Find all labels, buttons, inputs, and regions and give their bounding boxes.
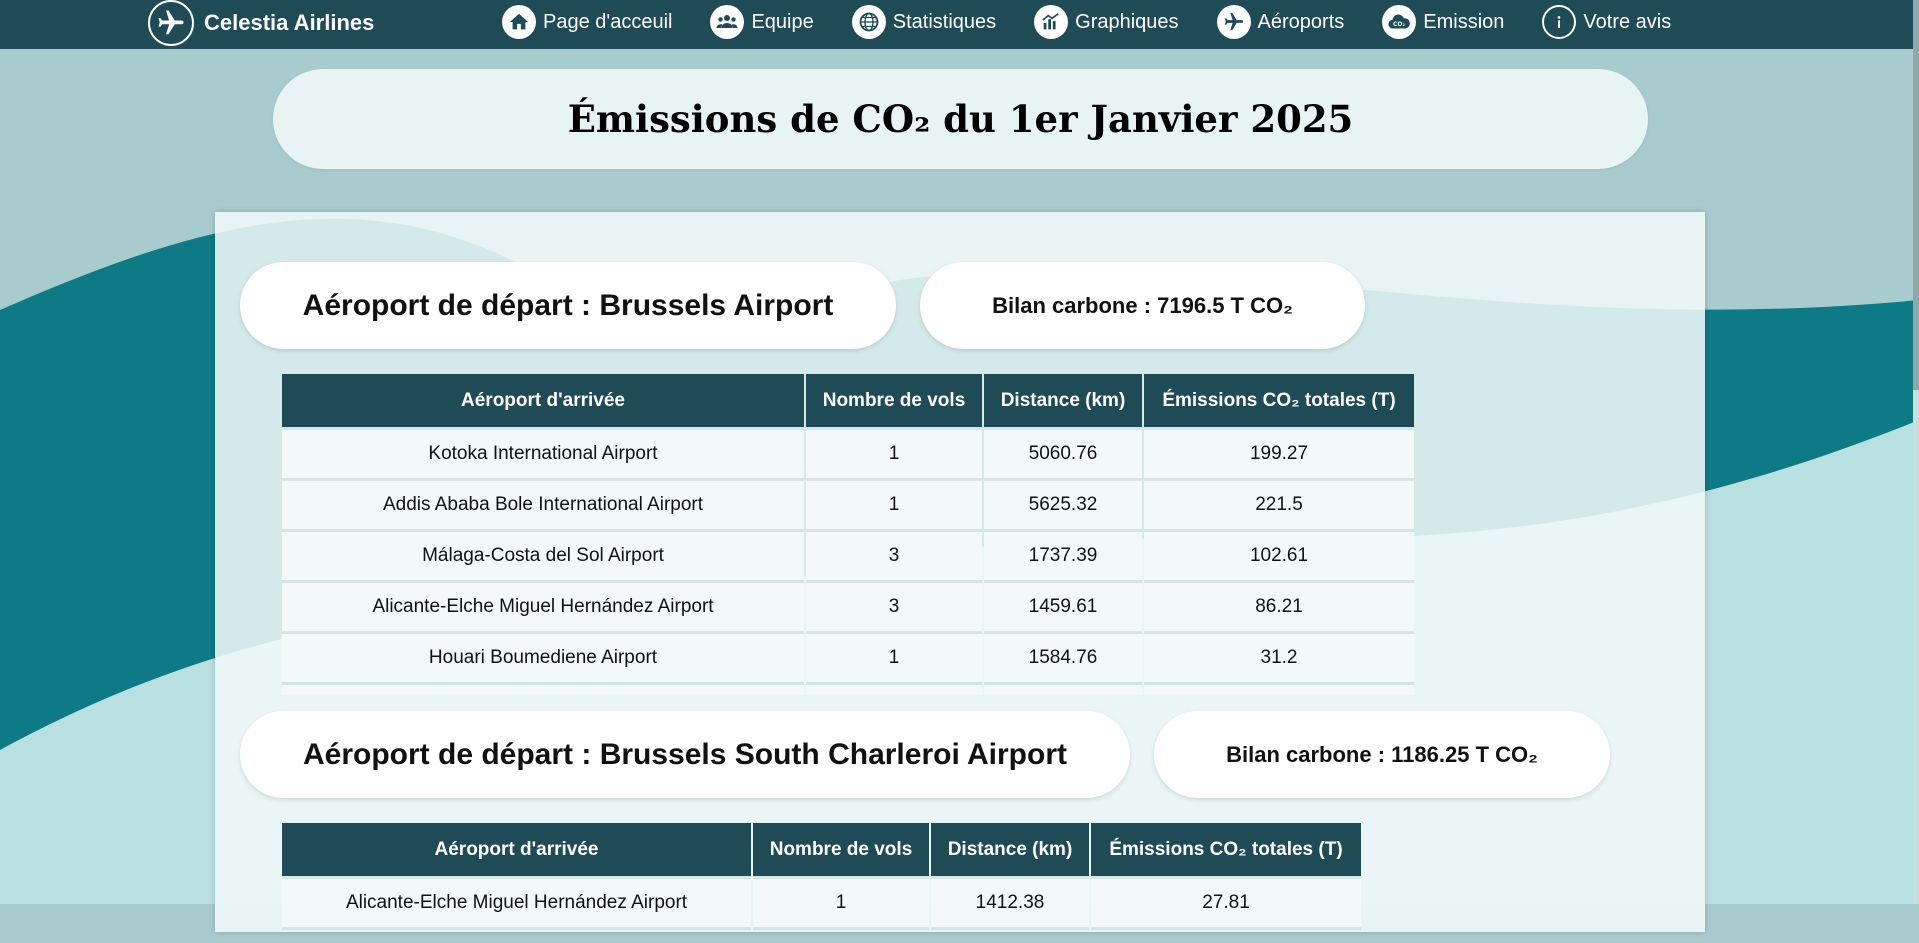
carbon-balance-badge: Bilan carbone : 7196.5 T CO₂ — [920, 262, 1365, 349]
departure-airport-label: Aéroport de départ : Brussels Airport — [240, 262, 896, 349]
cell-emissions: 199.27 — [1144, 430, 1414, 481]
team-icon — [710, 5, 745, 39]
carbon-balance-text: Bilan carbone : 7196.5 T CO₂ — [992, 292, 1293, 318]
departure-airport-text: Aéroport de départ : Brussels Airport — [302, 288, 834, 322]
cell-distance: 5625.32 — [984, 481, 1142, 532]
cell-emissions: 31.2 — [1144, 634, 1414, 685]
airplane-icon — [1216, 5, 1251, 39]
column-header: Émissions CO₂ totales (T) — [1091, 823, 1361, 879]
table-header-row: Aéroport d'arrivée Nombre de vols Distan… — [282, 374, 1414, 430]
nav-item-feedback[interactable]: Votre avis — [1542, 5, 1671, 39]
home-icon — [502, 5, 536, 39]
column-header: Distance (km) — [931, 823, 1089, 879]
cell-flights: 1 — [806, 430, 982, 481]
brand-name: Celestia Airlines — [204, 9, 375, 35]
nav-item-statistics[interactable]: Statistiques — [851, 5, 997, 39]
cell-emissions: 102.61 — [1144, 532, 1414, 583]
cell-emissions: 27.81 — [1091, 879, 1361, 930]
cell-distance: 1584.76 — [984, 634, 1142, 685]
nav-label-charts: Graphiques — [1075, 10, 1179, 33]
column-header: Émissions CO₂ totales (T) — [1144, 374, 1414, 430]
cell-arrival-airport: Kotoka International Airport — [282, 430, 804, 481]
page-title: Émissions de CO₂ du 1er Janvier 2025 — [567, 97, 1354, 141]
nav-label-team: Equipe — [751, 10, 814, 33]
cell-arrival-airport: Houari Boumediene Airport — [282, 634, 804, 685]
cell-flights: 3 — [806, 532, 982, 583]
table-row: Málaga-Costa del Sol Airport 3 1737.39 1… — [282, 532, 1414, 583]
table-row: Kotoka International Airport 1 5060.76 1… — [282, 430, 1414, 481]
nav-item-home[interactable]: Page d'acceuil — [502, 5, 672, 39]
column-header: Nombre de vols — [806, 374, 982, 430]
table-row: Alicante-Elche Miguel Hernández Airport … — [282, 879, 1361, 930]
nav-label-feedback: Votre avis — [1583, 10, 1672, 33]
nav-menu: Page d'acceuil Equipe Statistiques Graph… — [502, 0, 1671, 44]
globe-stats-icon — [851, 5, 886, 39]
brand[interactable]: Celestia Airlines — [148, 0, 375, 46]
scrollbar-thumb[interactable] — [1913, 0, 1919, 390]
table-row: Alicante-Elche Miguel Hernández Airport … — [282, 583, 1414, 634]
table-row-partial — [282, 685, 1414, 695]
flights-table-container: Aéroport d'arrivée Nombre de vols Distan… — [280, 823, 1380, 943]
flights-table: Aéroport d'arrivée Nombre de vols Distan… — [280, 374, 1416, 695]
departure-airport-text: Aéroport de départ : Brussels South Char… — [303, 737, 1067, 771]
cell-emissions: 86.21 — [1144, 583, 1414, 634]
table-row: Addis Ababa Bole International Airport 1… — [282, 481, 1414, 532]
flights-table: Aéroport d'arrivée Nombre de vols Distan… — [280, 823, 1363, 930]
top-nav-bar: Celestia Airlines Page d'acceuil Equipe … — [0, 0, 1919, 49]
cell-arrival-airport: Alicante-Elche Miguel Hernández Airport — [282, 879, 751, 930]
nav-label-home: Page d'acceuil — [543, 10, 673, 33]
cell-flights: 1 — [806, 481, 982, 532]
info-icon — [1542, 5, 1577, 39]
table-header-row: Aéroport d'arrivée Nombre de vols Distan… — [282, 823, 1361, 879]
cell-arrival-airport: Málaga-Costa del Sol Airport — [282, 532, 804, 583]
nav-item-team[interactable]: Equipe — [710, 5, 814, 39]
cell-emissions: 221.5 — [1144, 481, 1414, 532]
cell-distance: 1737.39 — [984, 532, 1142, 583]
column-header: Distance (km) — [984, 374, 1142, 430]
cell-distance: 5060.76 — [984, 430, 1142, 481]
flights-table-container: Aéroport d'arrivée Nombre de vols Distan… — [280, 374, 1420, 695]
cell-flights: 1 — [806, 634, 982, 685]
cell-flights: 3 — [806, 583, 982, 634]
column-header: Aéroport d'arrivée — [282, 823, 751, 879]
column-header: Nombre de vols — [753, 823, 929, 879]
nav-label-emission: Emission — [1423, 10, 1505, 33]
page-scrollbar[interactable] — [1913, 0, 1919, 904]
carbon-balance-text: Bilan carbone : 1186.25 T CO₂ — [1226, 741, 1538, 767]
cell-distance: 1459.61 — [984, 583, 1142, 634]
nav-label-statistics: Statistiques — [892, 10, 997, 33]
page-title-banner: Émissions de CO₂ du 1er Janvier 2025 — [273, 69, 1648, 169]
cell-flights: 1 — [753, 879, 929, 930]
nav-item-airports[interactable]: Aéroports — [1216, 5, 1345, 39]
airplane-icon — [148, 0, 194, 46]
nav-label-airports: Aéroports — [1257, 10, 1345, 33]
carbon-balance-badge: Bilan carbone : 1186.25 T CO₂ — [1154, 711, 1610, 798]
co2-cloud-icon: CO₂ — [1382, 5, 1417, 39]
emissions-panel: Aéroport de départ : Brussels Airport Bi… — [215, 212, 1705, 932]
cell-arrival-airport: Addis Ababa Bole International Airport — [282, 481, 804, 532]
nav-item-charts[interactable]: Graphiques — [1034, 5, 1179, 39]
departure-airport-label: Aéroport de départ : Brussels South Char… — [240, 711, 1130, 798]
chart-icon — [1034, 5, 1069, 39]
table-row: Houari Boumediene Airport 1 1584.76 31.2 — [282, 634, 1414, 685]
column-header: Aéroport d'arrivée — [282, 374, 804, 430]
nav-item-emission[interactable]: CO₂ Emission — [1382, 5, 1504, 39]
cell-distance: 1412.38 — [931, 879, 1089, 930]
cell-arrival-airport: Alicante-Elche Miguel Hernández Airport — [282, 583, 804, 634]
svg-text:CO₂: CO₂ — [1393, 21, 1405, 28]
